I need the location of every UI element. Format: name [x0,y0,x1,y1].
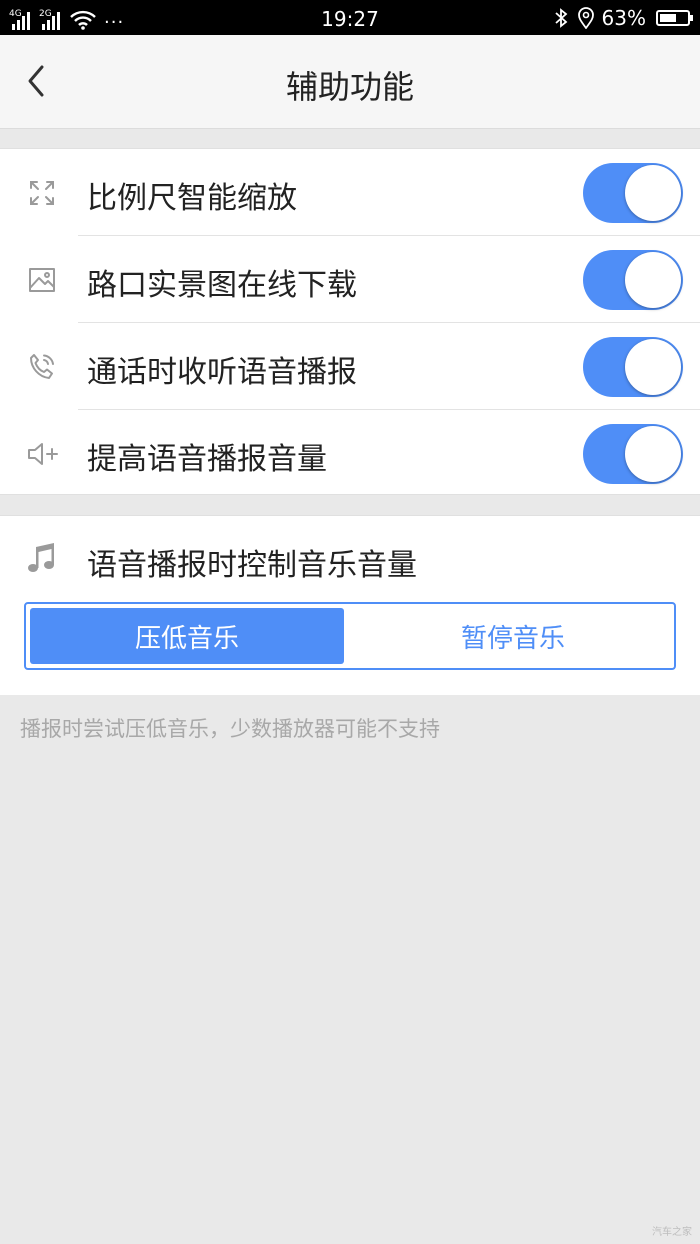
setting-label: 提高语音播报音量 [87,442,327,477]
setting-row-boost-volume[interactable]: 提高语音播报音量 [0,410,700,497]
phone-call-icon [30,354,54,379]
setting-label: 通话时收听语音播报 [87,355,357,390]
setting-row-scale-zoom[interactable]: 比例尺智能缩放 [0,149,700,236]
music-note-icon [28,543,54,572]
toggle-knob [625,252,681,308]
image-icon [29,268,55,292]
toggle-knob [625,165,681,221]
watermark: 汽车之家 [652,1227,692,1238]
title-bar: 辅助功能 [0,35,700,129]
hint-text: 播报时尝试压低音乐，少数播放器可能不支持 [20,717,440,741]
toggle-switch-call-broadcast[interactable] [583,337,683,397]
setting-label: 比例尺智能缩放 [87,181,297,216]
toggle-switch-junction-image[interactable] [583,250,683,310]
bluetooth-icon [554,8,567,28]
location-icon [577,7,594,29]
setting-row-call-broadcast[interactable]: 通话时收听语音播报 [0,323,700,410]
music-control-label: 语音播报时控制音乐音量 [87,548,417,583]
toggle-knob [625,339,681,395]
battery-percent: 63% [601,6,646,30]
music-control-section: 语音播报时控制音乐音量 压低音乐 暂停音乐 [0,515,700,695]
battery-icon [656,10,693,26]
expand-icon [30,181,54,205]
settings-list: 比例尺智能缩放 路口实景图在线下载 通话时收听语音播报 提高语音播报音量 [0,148,700,495]
status-right: 63% [554,6,693,30]
toggle-switch-boost-volume[interactable] [583,424,683,484]
pause-music-option[interactable]: 暂停音乐 [356,608,670,664]
lower-music-option[interactable]: 压低音乐 [30,608,344,664]
setting-label: 路口实景图在线下载 [87,268,357,303]
page-title: 辅助功能 [285,68,414,106]
battery-fill [660,14,676,22]
status-bar: 4G 2G ··· 19:27 63% [0,0,700,35]
music-mode-segmented-control: 压低音乐 暂停音乐 [24,602,676,670]
volume-up-icon [28,443,58,465]
toggle-knob [625,426,681,482]
toggle-switch-scale-zoom[interactable] [583,163,683,223]
setting-row-junction-image[interactable]: 路口实景图在线下载 [0,236,700,323]
